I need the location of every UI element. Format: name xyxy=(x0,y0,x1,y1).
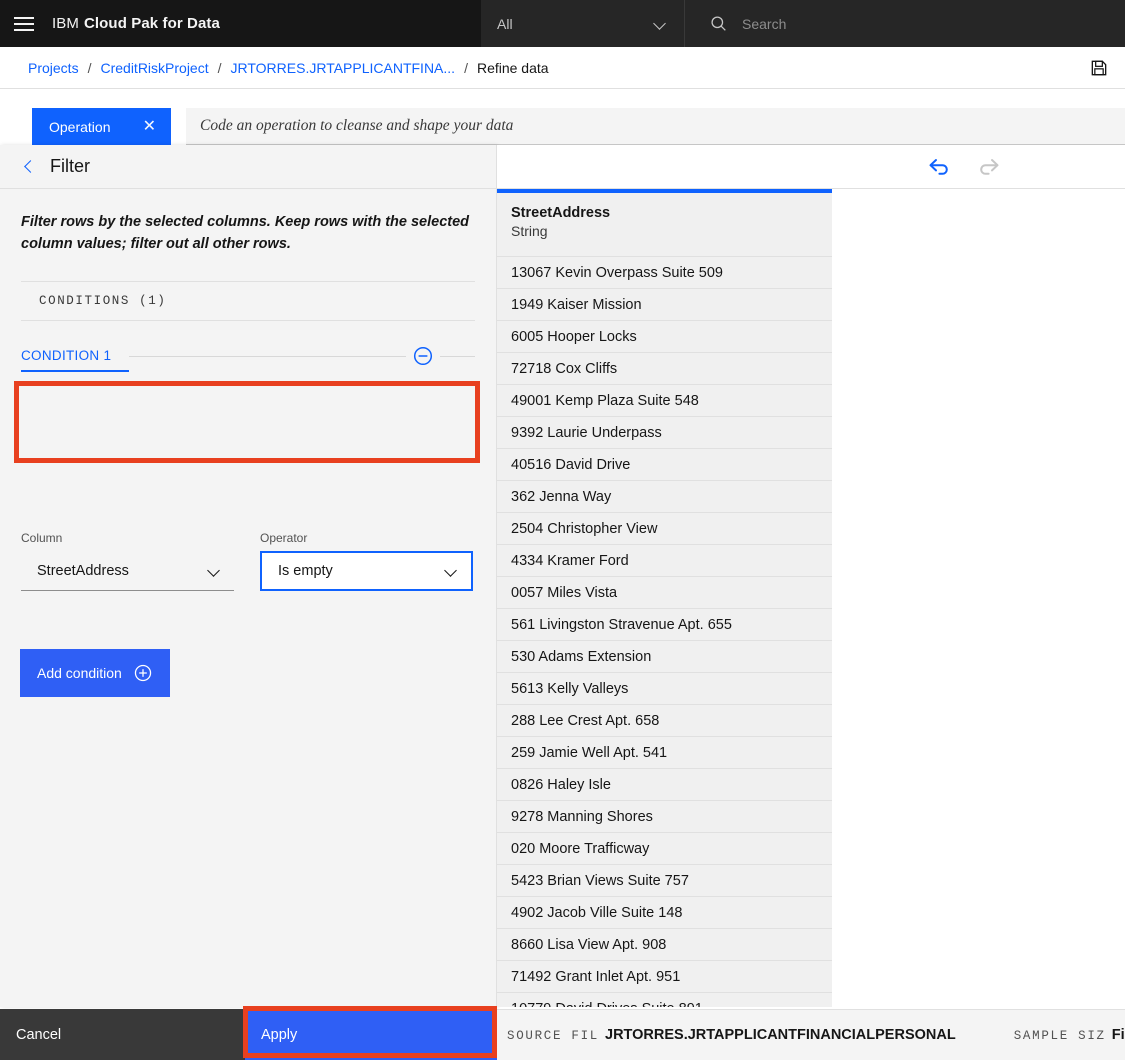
condition-tab-row: CONDITION 1 xyxy=(21,340,475,372)
conditions-header-label: CONDITIONS (1) xyxy=(39,294,167,308)
table-row[interactable]: 6005 Hooper Locks xyxy=(497,321,832,353)
breadcrumb-item-projects[interactable]: Projects xyxy=(28,60,79,76)
global-header: IBM Cloud Pak for Data All Search xyxy=(0,0,1125,47)
table-row[interactable]: 1949 Kaiser Mission xyxy=(497,289,832,321)
scope-value: All xyxy=(497,15,513,32)
brand-ibm: IBM xyxy=(52,15,79,32)
column-header-name: StreetAddress xyxy=(511,205,611,221)
scope-dropdown[interactable]: All xyxy=(481,0,684,47)
source-file-meta: SOURCE FILE JRTORRES.JRTAPPLICANTFINANCI… xyxy=(507,1027,956,1043)
grid-toolbar xyxy=(497,145,1125,189)
breadcrumb-separator: / xyxy=(464,59,468,76)
column-header-type: String xyxy=(511,223,548,239)
circle-minus-icon xyxy=(413,346,433,366)
status-bar: SOURCE FILE JRTORRES.JRTAPPLICANTFINANCI… xyxy=(497,1009,1125,1060)
table-row[interactable]: 49001 Kemp Plaza Suite 548 xyxy=(497,385,832,417)
breadcrumb-item-asset[interactable]: JRTORRES.JRTAPPLICANTFINA... xyxy=(231,60,456,76)
table-row[interactable]: 259 Jamie Well Apt. 541 xyxy=(497,737,832,769)
operation-tab[interactable]: Operation ✕ xyxy=(32,108,171,145)
table-row[interactable]: 561 Livingston Stravenue Apt. 655 xyxy=(497,609,832,641)
table-row[interactable]: 4902 Jacob Ville Suite 148 xyxy=(497,897,832,929)
condition-tab-label: CONDITION 1 xyxy=(21,348,112,363)
panel-title: Filter xyxy=(50,156,90,176)
close-icon[interactable]: ✕ xyxy=(140,118,159,135)
breadcrumb-separator: / xyxy=(217,59,222,76)
column-field-group: Column StreetAddress xyxy=(21,531,234,591)
table-row[interactable]: 9278 Manning Shores xyxy=(497,801,832,833)
highlight-box-apply xyxy=(243,1006,497,1058)
redo-icon[interactable] xyxy=(975,156,1001,178)
brand-product: Cloud Pak for Data xyxy=(83,15,220,32)
breadcrumb-item-project[interactable]: CreditRiskProject xyxy=(100,60,208,76)
operator-dropdown[interactable]: Is empty xyxy=(260,551,473,591)
remove-condition-button[interactable] xyxy=(406,340,440,372)
undo-icon[interactable] xyxy=(927,156,953,178)
table-row[interactable]: 13067 Kevin Overpass Suite 509 xyxy=(497,257,832,289)
operator-label: Operator xyxy=(260,531,308,545)
data-grid: StreetAddress String 13067 Kevin Overpas… xyxy=(497,145,1125,1007)
filter-panel: Filter Filter rows by the selected colum… xyxy=(0,145,497,1007)
column-header-streetaddress[interactable]: StreetAddress String xyxy=(497,189,832,257)
sample-size-label: SAMPLE SIZE xyxy=(1013,1029,1106,1043)
table-row[interactable]: 5423 Brian Views Suite 757 xyxy=(497,865,832,897)
table-row[interactable]: 40516 David Drive xyxy=(497,449,832,481)
circle-plus-icon xyxy=(134,664,152,682)
table-row[interactable]: 2504 Christopher View xyxy=(497,513,832,545)
cancel-button[interactable]: Cancel xyxy=(0,1009,245,1060)
code-operation-placeholder: Code an operation to cleanse and shape y… xyxy=(200,117,514,134)
chevron-down-icon xyxy=(444,564,458,578)
conditions-header: CONDITIONS (1) xyxy=(21,281,475,321)
panel-description: Filter rows by the selected columns. Kee… xyxy=(21,214,470,252)
add-condition-label: Add condition xyxy=(37,665,122,681)
add-condition-button[interactable]: Add condition xyxy=(20,649,170,697)
column-value: StreetAddress xyxy=(37,562,129,579)
grid-rows: 13067 Kevin Overpass Suite 509 1949 Kaise… xyxy=(497,257,1125,1007)
sample-size-meta: SAMPLE SIZE First 436 xyxy=(1014,1027,1125,1043)
column-dropdown[interactable]: StreetAddress xyxy=(21,551,234,591)
search-icon xyxy=(711,16,726,31)
breadcrumb-separator: / xyxy=(87,59,92,76)
header-spacer xyxy=(220,0,481,47)
operator-field-group: Operator Is empty xyxy=(260,531,473,591)
highlight-box-fields xyxy=(14,381,480,463)
table-row[interactable]: 5613 Kelly Valleys xyxy=(497,673,832,705)
save-icon[interactable] xyxy=(1089,58,1109,78)
operator-value: Is empty xyxy=(278,563,333,579)
table-row[interactable]: 72718 Cox Cliffs xyxy=(497,353,832,385)
table-row[interactable]: 8660 Lisa View Apt. 908 xyxy=(497,929,832,961)
code-operation-bar[interactable]: Code an operation to cleanse and shape y… xyxy=(186,108,1125,145)
table-row[interactable]: 9392 Laurie Underpass xyxy=(497,417,832,449)
source-file-label: SOURCE FILE xyxy=(507,1029,599,1043)
table-row[interactable]: 0057 Miles Vista xyxy=(497,577,832,609)
table-row[interactable]: 020 Moore Trafficway xyxy=(497,833,832,865)
hamburger-icon[interactable] xyxy=(0,0,47,47)
filter-panel-header: Filter xyxy=(0,145,496,189)
column-label: Column xyxy=(21,531,63,545)
chevron-left-icon[interactable] xyxy=(22,160,36,174)
chevron-down-icon xyxy=(207,564,221,578)
breadcrumb: Projects / CreditRiskProject / JRTORRES.… xyxy=(0,47,1125,89)
table-row[interactable]: 4334 Kramer Ford xyxy=(497,545,832,577)
table-row[interactable]: 288 Lee Crest Apt. 658 xyxy=(497,705,832,737)
operation-tab-label: Operation xyxy=(49,118,111,135)
source-file-value: JRTORRES.JRTAPPLICANTFINANCIALPERSONAL xyxy=(605,1027,956,1043)
table-row[interactable]: 71492 Grant Inlet Apt. 951 xyxy=(497,961,832,993)
table-row[interactable]: 530 Adams Extension xyxy=(497,641,832,673)
search-input[interactable]: Search xyxy=(742,16,786,32)
condition-fields: Column StreetAddress Operator Is empty xyxy=(21,531,473,591)
table-row[interactable]: 0826 Haley Isle xyxy=(497,769,832,801)
brand-title: IBM Cloud Pak for Data xyxy=(47,0,220,47)
global-search[interactable]: Search xyxy=(684,0,1125,47)
tab-condition-1[interactable]: CONDITION 1 xyxy=(21,341,130,372)
breadcrumb-item-current: Refine data xyxy=(476,59,549,76)
table-row[interactable]: 10779 David Drives Suite 891 xyxy=(497,993,832,1007)
chevron-down-icon xyxy=(654,17,668,31)
table-row[interactable]: 362 Jenna Way xyxy=(497,481,832,513)
sample-size-value: First 436 xyxy=(1111,1027,1125,1043)
operation-row: Operation ✕ Code an operation to cleanse… xyxy=(0,89,1125,145)
refine-data-page: IBM Cloud Pak for Data All Search Projec… xyxy=(0,0,1125,1060)
